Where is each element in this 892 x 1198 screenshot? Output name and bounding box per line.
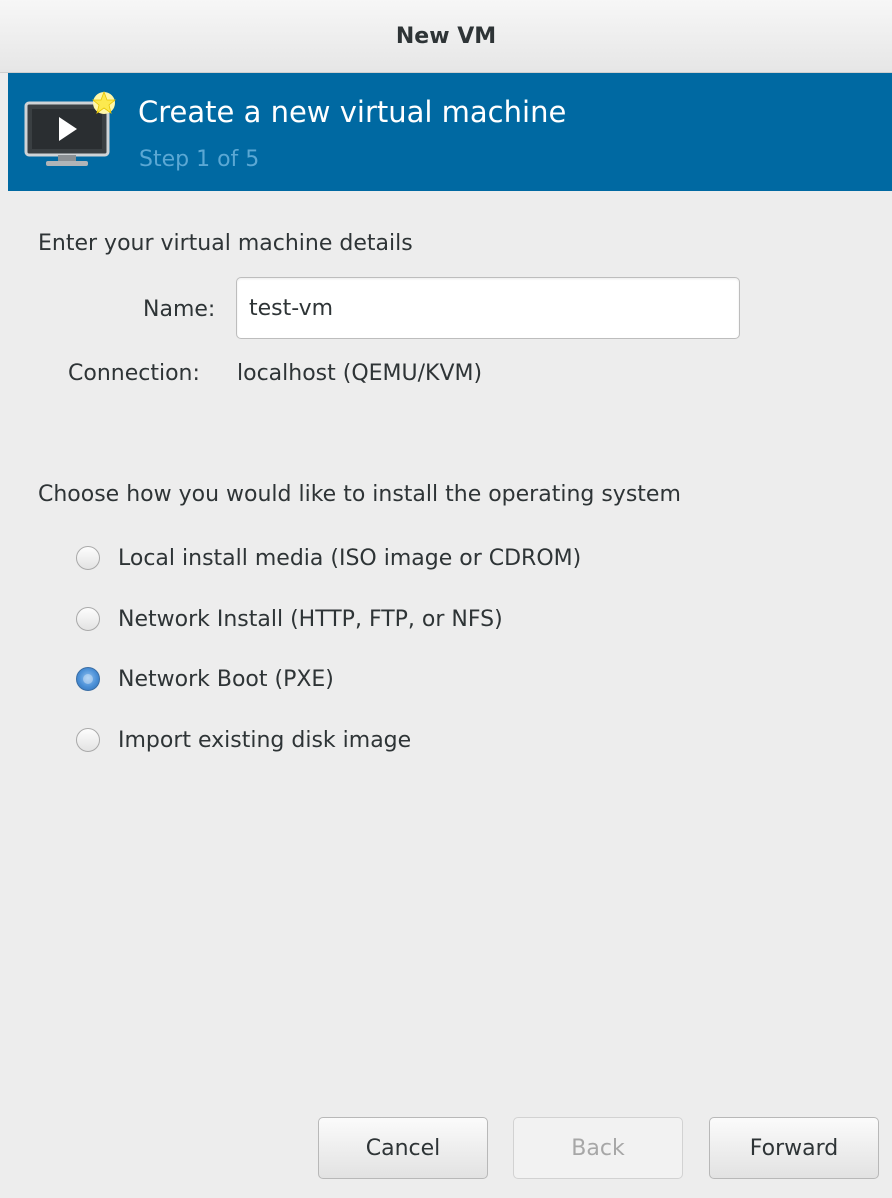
install-option-network-boot[interactable]: Network Boot (PXE)	[76, 659, 334, 699]
connection-label: Connection:	[68, 361, 200, 386]
banner-title: Create a new virtual machine	[138, 95, 567, 129]
install-option-import-disk[interactable]: Import existing disk image	[76, 720, 411, 760]
back-button[interactable]: Back	[513, 1117, 683, 1179]
connection-value: localhost (QEMU/KVM)	[237, 361, 483, 386]
install-option-network-install[interactable]: Network Install (HTTP, FTP, or NFS)	[76, 599, 503, 639]
window-title: New VM	[395, 23, 497, 49]
radio-label: Import existing disk image	[118, 727, 412, 753]
forward-button[interactable]: Forward	[709, 1117, 879, 1179]
radio-button[interactable]	[76, 546, 100, 570]
radio-button[interactable]	[76, 728, 100, 752]
wizard-banner: Create a new virtual machine Step 1 of 5	[8, 73, 892, 191]
radio-label: Local install media (ISO image or CDROM)	[118, 545, 582, 571]
cancel-button[interactable]: Cancel	[318, 1117, 488, 1179]
radio-label: Network Install (HTTP, FTP, or NFS)	[118, 606, 503, 632]
name-label: Name:	[143, 297, 216, 322]
radio-label: Network Boot (PXE)	[118, 666, 334, 692]
banner-step: Step 1 of 5	[139, 147, 260, 172]
vm-monitor-icon	[24, 90, 117, 166]
install-option-local-media[interactable]: Local install media (ISO image or CDROM)	[76, 538, 581, 578]
radio-button[interactable]	[76, 667, 100, 691]
window-titlebar: New VM	[0, 0, 892, 73]
radio-button[interactable]	[76, 607, 100, 631]
install-heading: Choose how you would like to install the…	[38, 482, 681, 507]
name-input[interactable]	[236, 277, 740, 339]
details-heading: Enter your virtual machine details	[38, 231, 413, 256]
